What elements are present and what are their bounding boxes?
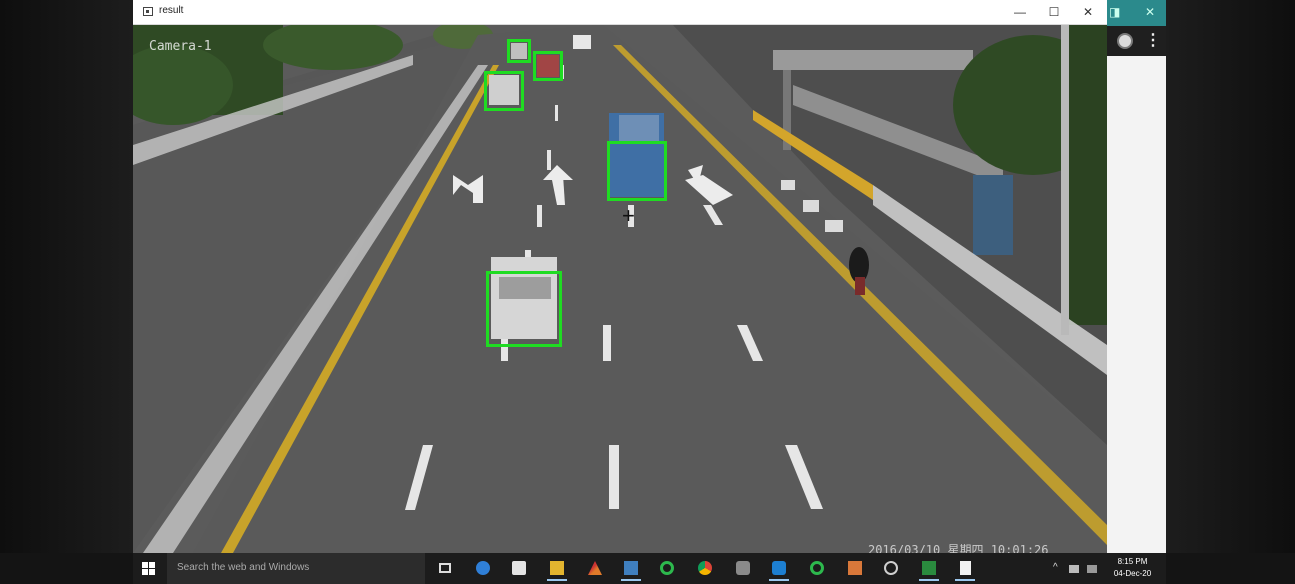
edge-icon[interactable] xyxy=(471,557,495,580)
window-app-icon xyxy=(143,7,153,16)
camera-icon[interactable] xyxy=(879,557,903,580)
maximize-button[interactable]: ☐ xyxy=(1037,0,1071,24)
clock-date[interactable]: 04-Dec-20 xyxy=(1105,569,1160,578)
detection-box xyxy=(484,71,524,111)
photos-icon[interactable] xyxy=(843,557,867,580)
start-button[interactable] xyxy=(139,559,159,579)
search-placeholder: Search the web and Windows xyxy=(177,562,310,573)
video-timestamp: 2016/03/10 星期四 10:01:26 xyxy=(868,543,1049,553)
detection-box xyxy=(507,39,531,63)
detection-box xyxy=(486,271,562,347)
tray-chevron-icon[interactable]: ^ xyxy=(1053,562,1058,573)
minimize-button[interactable]: — xyxy=(1003,0,1037,24)
notepad-icon[interactable] xyxy=(619,557,643,581)
store-icon[interactable] xyxy=(507,557,531,580)
search-box[interactable]: Search the web and Windows xyxy=(167,553,425,584)
windows-logo-icon xyxy=(142,562,155,575)
detection-box xyxy=(533,51,563,81)
notification-icon[interactable] xyxy=(1087,565,1097,573)
document-icon[interactable] xyxy=(953,557,977,581)
road-scene xyxy=(133,25,1107,553)
puzzle-icon[interactable] xyxy=(731,557,755,580)
file-explorer-icon[interactable] xyxy=(545,557,569,581)
teamviewer-icon[interactable] xyxy=(767,557,791,581)
crosshair-cursor-icon: + xyxy=(622,203,635,228)
window-title: result xyxy=(159,5,184,16)
task-view-icon[interactable] xyxy=(433,557,457,580)
matlab-icon[interactable] xyxy=(583,557,607,580)
network-icon[interactable] xyxy=(1069,565,1079,573)
detection-box xyxy=(607,141,667,201)
window-titlebar[interactable]: result — ☐ ✕ xyxy=(133,0,1107,25)
background-app-titlebar[interactable]: ◨ ✕ xyxy=(1105,0,1166,26)
clock-time[interactable]: 8:15 PM xyxy=(1105,557,1160,566)
desktop-background-left xyxy=(0,0,133,553)
video-frame[interactable]: Camera-1 2016/03/10 星期四 10:01:26 + xyxy=(133,25,1107,553)
circle-app-icon[interactable] xyxy=(655,557,679,580)
background-app-toolbar: ⋮ xyxy=(1105,26,1166,56)
desktop-background-right xyxy=(1166,0,1295,553)
user-avatar-icon[interactable] xyxy=(1117,33,1133,49)
circle-app-2-icon[interactable] xyxy=(805,557,829,580)
excel-icon[interactable] xyxy=(917,557,941,581)
taskbar: Search the web and Windows ^ 8:15 PM 04-… xyxy=(133,553,1166,584)
background-app-snap-icon[interactable]: ◨ xyxy=(1109,5,1120,19)
background-app-window[interactable]: ◨ ✕ ⋮ xyxy=(1105,0,1166,553)
more-menu-icon[interactable]: ⋮ xyxy=(1145,30,1161,50)
chrome-icon[interactable] xyxy=(693,557,717,580)
background-app-close-icon[interactable]: ✕ xyxy=(1145,5,1155,19)
camera-label: Camera-1 xyxy=(149,39,212,54)
close-button[interactable]: ✕ xyxy=(1071,0,1105,24)
result-window: result — ☐ ✕ Camera-1 2016/03/10 星期四 10:… xyxy=(133,0,1107,553)
